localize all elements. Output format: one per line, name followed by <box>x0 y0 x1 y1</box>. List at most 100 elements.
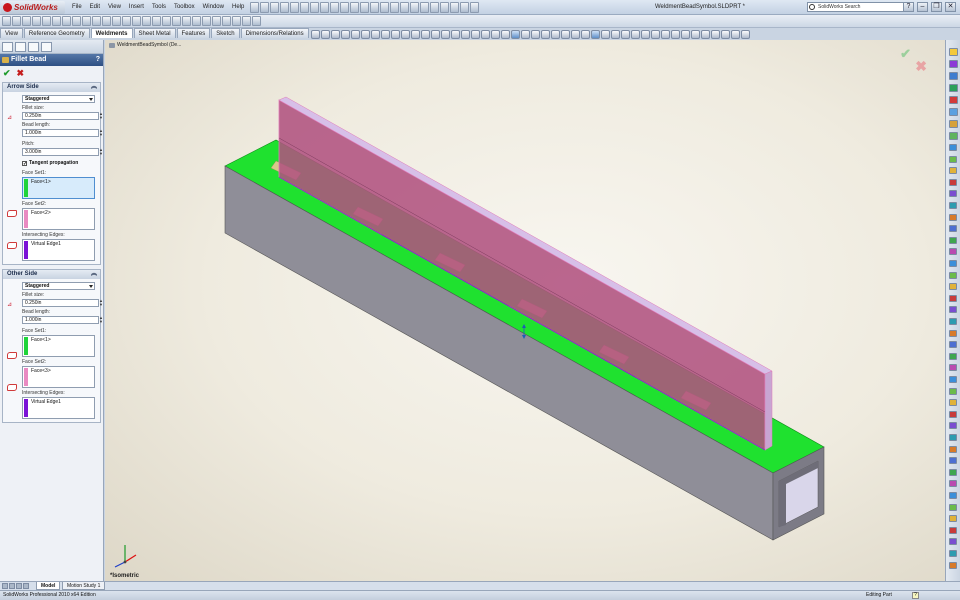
select-icon[interactable] <box>310 2 319 13</box>
annotations-icon[interactable] <box>671 30 680 39</box>
tangent-propagation-checkbox[interactable]: ✓ Tangent propagation <box>22 159 95 168</box>
appearance-icon[interactable] <box>440 2 449 13</box>
help-menu-icon[interactable] <box>741 30 750 39</box>
close-button[interactable]: ✕ <box>945 2 956 12</box>
view-settings-icon[interactable] <box>431 30 440 39</box>
rendering-icon[interactable] <box>581 30 590 39</box>
weldment-tool-icon[interactable] <box>949 190 957 198</box>
undo-icon[interactable] <box>42 16 51 26</box>
first-tab-icon[interactable] <box>2 583 8 589</box>
menu-tools[interactable]: Tools <box>148 0 170 15</box>
weldment-tool-icon[interactable] <box>949 306 957 314</box>
custom-properties-icon[interactable] <box>949 120 958 128</box>
weldment-tool-icon[interactable] <box>949 283 957 291</box>
options-menu-icon[interactable] <box>731 30 740 39</box>
sketch-relations-icon[interactable] <box>621 30 630 39</box>
weldment-tool-icon[interactable] <box>949 202 957 209</box>
tab-weldments[interactable]: Weldments <box>90 28 133 38</box>
tab-motion-study-1[interactable]: Motion Study 1 <box>62 582 106 590</box>
previous-view-icon[interactable] <box>331 30 340 39</box>
shell-icon[interactable] <box>152 16 161 26</box>
section-plane-icon[interactable] <box>691 30 700 39</box>
cartoon-icon[interactable] <box>511 30 520 39</box>
weldment-tool-icon[interactable] <box>949 352 957 360</box>
zebra-icon[interactable] <box>531 30 540 39</box>
section-view-icon[interactable] <box>341 30 350 39</box>
search-input[interactable]: SolidWorks Search <box>807 2 907 12</box>
rotate-icon[interactable] <box>351 30 360 39</box>
weldment-model[interactable] <box>105 40 945 581</box>
pattern-icon[interactable] <box>192 16 201 26</box>
chamfer-icon[interactable] <box>142 16 151 26</box>
arc-icon[interactable] <box>380 2 389 13</box>
apply-scene-icon[interactable] <box>421 30 430 39</box>
tab-sheet-metal[interactable]: Sheet Metal <box>133 28 176 38</box>
open-icon[interactable] <box>12 16 21 26</box>
view-menu-icon[interactable] <box>721 30 730 39</box>
face-set2-list[interactable]: Face<3> <box>22 366 95 388</box>
trim-extend-icon[interactable] <box>232 16 241 26</box>
bead-type-select[interactable]: Staggered <box>22 95 95 103</box>
planes-icon[interactable] <box>631 30 640 39</box>
dimensions-icon[interactable] <box>711 30 720 39</box>
face-set1-list[interactable]: Face<1> <box>22 177 95 199</box>
spinner-icon[interactable]: ▲ ▼ <box>99 148 104 156</box>
spline-icon[interactable] <box>390 2 399 13</box>
display-pane-icon[interactable] <box>701 30 710 39</box>
points-icon[interactable] <box>661 30 670 39</box>
weldment-tool-icon[interactable] <box>949 422 957 430</box>
options-icon[interactable] <box>330 2 339 13</box>
restore-button[interactable]: ❐ <box>931 2 942 12</box>
grid-icon[interactable] <box>681 30 690 39</box>
save-icon[interactable] <box>270 2 279 13</box>
prev-tab-icon[interactable] <box>9 583 15 589</box>
weldment-tool-icon[interactable] <box>949 526 957 534</box>
menu-help[interactable]: Help <box>228 0 248 15</box>
options-icon[interactable] <box>82 16 91 26</box>
perspective-icon[interactable] <box>481 30 490 39</box>
spinner-icon[interactable]: ▲ ▼ <box>99 129 104 137</box>
dimxpert-tab-icon[interactable] <box>41 42 52 52</box>
design-library-icon[interactable] <box>949 60 958 68</box>
intersecting-edges-list[interactable]: Virtual Edge1 <box>22 397 95 419</box>
sketch-icon[interactable] <box>340 2 349 13</box>
menu-insert[interactable]: Insert <box>125 0 148 15</box>
hide-show-icon[interactable] <box>401 30 410 39</box>
weldment-tool-icon[interactable] <box>949 538 957 546</box>
undo-icon[interactable] <box>290 2 299 13</box>
origins-icon[interactable] <box>651 30 660 39</box>
help-icon[interactable]: ? <box>903 2 914 12</box>
weldment-tool-icon[interactable] <box>949 445 957 453</box>
bead-length-input[interactable]: 1.000in ▲ ▼ <box>22 129 103 137</box>
weldment-tool-icon[interactable] <box>949 167 957 175</box>
last-tab-icon[interactable] <box>23 583 29 589</box>
minimize-button[interactable]: – <box>917 2 928 12</box>
weldment-tool-icon[interactable] <box>949 376 957 383</box>
draft-icon[interactable] <box>172 16 181 26</box>
redo-icon[interactable] <box>52 16 61 26</box>
feature-tree-tab-icon[interactable] <box>2 42 13 52</box>
pan-icon[interactable] <box>361 30 370 39</box>
thickness-icon[interactable] <box>561 30 570 39</box>
weldment-tool-icon[interactable] <box>949 492 957 499</box>
spinner-icon[interactable]: ▲ ▼ <box>99 112 104 120</box>
weldment-tool-icon[interactable] <box>949 515 957 523</box>
rib-icon[interactable] <box>162 16 171 26</box>
sweep-icon[interactable] <box>112 16 121 26</box>
weldment-tool-icon[interactable] <box>949 410 957 418</box>
weldment-tool-icon[interactable] <box>949 387 957 395</box>
new-icon[interactable] <box>2 16 11 26</box>
weldment-tool-icon[interactable] <box>949 144 957 151</box>
face-set2-list[interactable]: Face<2> <box>22 208 95 230</box>
appearances-icon[interactable] <box>949 108 958 116</box>
spinner-icon[interactable]: ▲ ▼ <box>99 316 104 324</box>
edit-appearance-icon[interactable] <box>411 30 420 39</box>
view-orientation-icon[interactable] <box>381 30 390 39</box>
decals-icon[interactable] <box>611 30 620 39</box>
curvature-icon[interactable] <box>521 30 530 39</box>
circle-icon[interactable] <box>370 2 379 13</box>
measure-icon[interactable] <box>410 2 419 13</box>
weldment-tool-icon[interactable] <box>949 468 957 476</box>
menu-file[interactable]: File <box>68 0 86 15</box>
fillet-icon[interactable] <box>132 16 141 26</box>
